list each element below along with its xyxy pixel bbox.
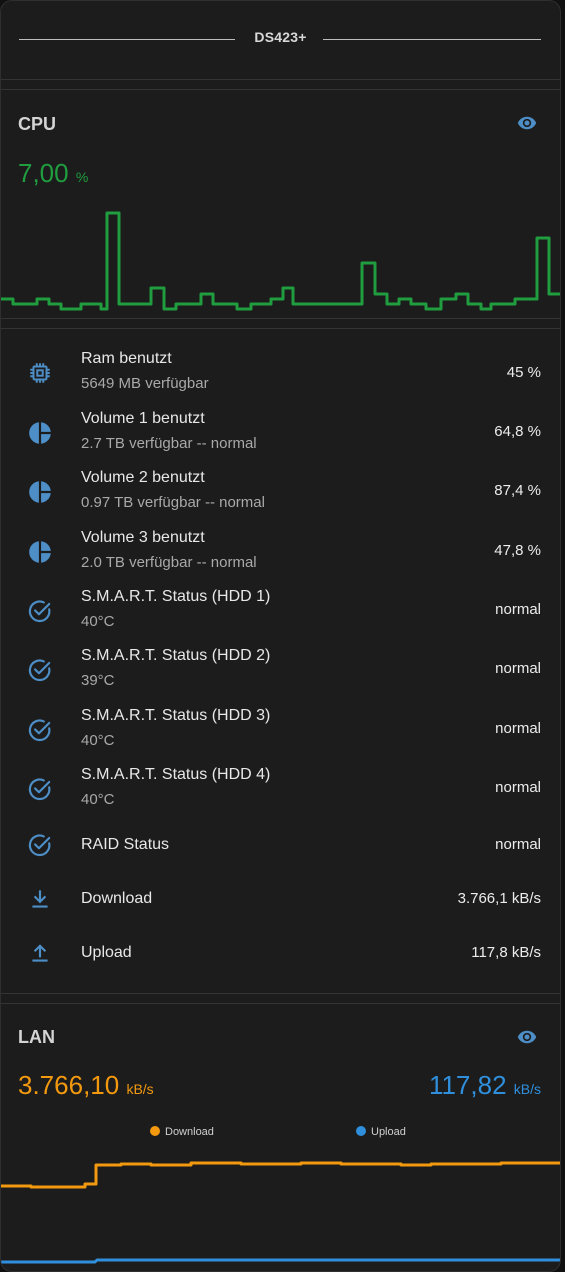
lan-upload-line [1,1258,560,1264]
metric-subtitle: 2.0 TB verfügbar -- normal [81,554,257,571]
metric-value: 45 % [506,364,541,381]
legend-download[interactable]: Download [150,1126,214,1138]
eye-icon[interactable] [514,1027,540,1047]
metric-name: S.M.A.R.T. Status (HDD 2) [81,647,271,664]
metric-value: 87,4 % [494,482,541,499]
metric-value: 3.766,1 kB/s [457,890,541,907]
device-title: DS423+ [254,29,307,45]
metric-subtitle: 5649 MB verfügbar [81,375,209,392]
metric-name: RAID Status [81,836,170,853]
cpu-graph [1,211,560,311]
chip-icon [30,363,50,383]
metric-name: Upload [81,944,132,961]
lan-download-value: 3.766,10 kB/s [18,1070,154,1101]
lan-download-number: 3.766,10 [18,1070,120,1100]
metric-name: Ram benutzt [81,350,172,367]
metric-value: normal [495,720,541,737]
metric-name: S.M.A.R.T. Status (HDD 1) [81,588,271,605]
cpu-graph-line [1,211,560,311]
metric-name: Download [81,890,153,907]
divider [1,318,560,319]
metric-subtitle: 0.97 TB verfügbar -- normal [81,494,265,511]
download-icon [32,890,48,908]
check-circle-icon [28,600,51,623]
upload-icon [32,944,48,962]
divider [1,328,560,329]
system-monitor-card: DS423+ CPU 7,00 % Ram benutzt 5649 MB ve… [0,0,561,1272]
check-circle-icon [28,834,51,857]
metric-value: normal [495,779,541,796]
metric-value: 64,8 % [494,423,541,440]
cpu-value: 7,00 % [18,158,88,189]
lan-upload-unit: kB/s [513,1081,541,1097]
lan-graph [1,1161,560,1264]
metric-value: normal [495,836,541,853]
legend-label: Download [165,1126,214,1138]
pie-chart-icon [29,481,51,503]
legend-upload[interactable]: Upload [356,1126,406,1138]
check-circle-icon [28,778,51,801]
metric-subtitle: 40°C [81,791,115,808]
cpu-value-number: 7,00 [18,158,69,188]
lan-upload-value: 117,82 kB/s [429,1070,541,1101]
metric-name: S.M.A.R.T. Status (HDD 3) [81,707,271,724]
divider [1,1003,560,1004]
cpu-value-unit: % [75,169,89,185]
metric-value: 47,8 % [494,542,541,559]
metric-name: S.M.A.R.T. Status (HDD 4) [81,766,271,783]
cpu-title: CPU [18,114,57,134]
lan-download-unit: kB/s [126,1081,154,1097]
header-divider-right [323,39,541,40]
legend-dot [356,1126,366,1136]
legend-label: Upload [371,1126,406,1138]
metric-subtitle: 40°C [81,613,115,630]
card-header: DS423+ [1,1,560,79]
divider [1,79,560,80]
divider [1,89,560,90]
metric-value: normal [495,660,541,677]
metric-subtitle: 40°C [81,732,115,749]
metric-name: Volume 1 benutzt [81,410,205,427]
lan-upload-number: 117,82 [428,1070,507,1100]
eye-icon[interactable] [514,113,540,133]
pie-chart-icon [29,541,51,563]
check-circle-icon [28,659,51,682]
lan-download-line [1,1161,560,1189]
lan-title: LAN [18,1027,55,1047]
metric-name: Volume 2 benutzt [81,469,205,486]
check-circle-icon [28,719,51,742]
metric-subtitle: 2.7 TB verfügbar -- normal [81,435,257,452]
legend-dot [150,1126,160,1136]
metric-value: normal [495,601,541,618]
metric-subtitle: 39°C [81,672,115,689]
pie-chart-icon [29,422,51,444]
metric-name: Volume 3 benutzt [81,529,205,546]
metric-value: 117,8 kB/s [471,944,541,961]
divider [1,993,560,994]
